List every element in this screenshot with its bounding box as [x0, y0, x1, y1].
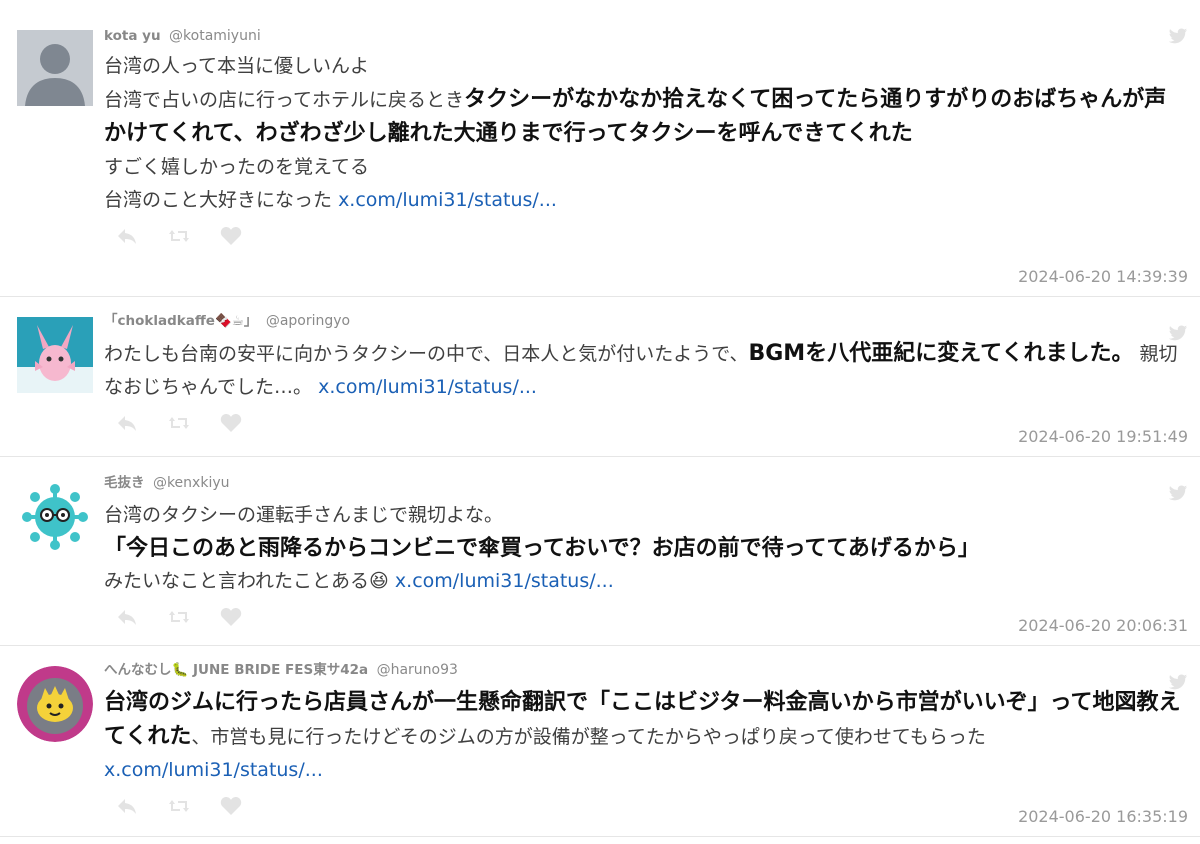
- status-link[interactable]: x.com/lumi31/status/...: [318, 376, 537, 398]
- twitter-bird-icon[interactable]: [1168, 323, 1188, 343]
- reply-icon[interactable]: [114, 606, 140, 628]
- tweet-card: へんなむし🐛 JUNE BRIDE FES東サ42a @haruno93 台湾の…: [0, 646, 1200, 837]
- author-handle[interactable]: @kenxkiyu: [153, 475, 230, 491]
- author-handle[interactable]: @haruno93: [377, 662, 458, 678]
- tweet-timestamp[interactable]: 2024-06-20 14:39:39: [1018, 267, 1188, 286]
- tweet-text: 台湾の人って本当に優しいんよ 台湾で占いの店に行ってホテルに戻るときタクシーがな…: [104, 50, 1188, 217]
- text-plain: 、市営も見に行ったけどそのジムの方が設備が整ってたからやっぱり戻って使わせてもら…: [191, 726, 986, 748]
- tweet-text: 台湾のジムに行ったら店員さんが一生懸命翻訳で「ここはビジター料金高いから市営がい…: [104, 686, 1188, 787]
- text-line: 台湾のこと大好きになった: [104, 189, 333, 211]
- tweet-card: 「chokladkaffe🍫☕」 @aporingyo わたしも台南の安平に向か…: [0, 297, 1200, 457]
- tweet-card: 毛抜き @kenxkiyu 台湾のタクシーの運転手さんまじで親切よな。 「今日こ…: [0, 457, 1200, 646]
- tweet-card: kota yu @kotamiyuni 台湾の人って本当に優しいんよ 台湾で占い…: [0, 0, 1200, 297]
- tweet-timestamp[interactable]: 2024-06-20 19:51:49: [1018, 427, 1188, 446]
- author-handle[interactable]: @kotamiyuni: [169, 28, 261, 44]
- status-link[interactable]: x.com/lumi31/status/...: [395, 570, 614, 592]
- twitter-bird-icon[interactable]: [1168, 26, 1188, 46]
- status-link[interactable]: x.com/lumi31/status/...: [338, 189, 557, 211]
- default-avatar-icon: [17, 30, 93, 106]
- tweet-text: わたしも台南の安平に向かうタクシーの中で、日本人と気が付いたようで、BGMを八代…: [104, 337, 1188, 404]
- tweet-meta: 「chokladkaffe🍫☕」 @aporingyo: [104, 311, 1188, 331]
- tweet-meta: kota yu @kotamiyuni: [104, 26, 1188, 46]
- tweet-timestamp[interactable]: 2024-06-20 16:35:19: [1018, 807, 1188, 826]
- reply-icon[interactable]: [114, 795, 140, 817]
- text-plain: 台湾で占いの店に行ってホテルに戻るとき: [104, 89, 465, 111]
- status-link[interactable]: x.com/lumi31/status/...: [104, 759, 323, 781]
- tweet-meta: へんなむし🐛 JUNE BRIDE FES東サ42a @haruno93: [104, 660, 1188, 680]
- author-name[interactable]: 毛抜き: [104, 475, 145, 491]
- tweet-actions: [114, 221, 1188, 251]
- like-heart-icon[interactable]: [218, 225, 244, 247]
- text-line: 台湾のタクシーの運転手さんまじで親切よな。: [104, 504, 504, 526]
- author-name[interactable]: kota yu: [104, 28, 161, 44]
- text-line: 台湾の人って本当に優しいんよ: [104, 55, 370, 77]
- avatar[interactable]: [17, 317, 93, 393]
- retweet-icon[interactable]: [166, 606, 192, 628]
- like-heart-icon[interactable]: [218, 606, 244, 628]
- avatar[interactable]: [17, 479, 93, 555]
- text-line: みたいなこと言われたことある😆: [104, 570, 389, 592]
- text-line: すごく嬉しかったのを覚えてる: [104, 156, 370, 178]
- author-name[interactable]: 「chokladkaffe🍫☕」: [104, 313, 257, 329]
- reply-icon[interactable]: [114, 412, 140, 434]
- pink-creature-avatar-icon: [17, 317, 93, 393]
- avatar[interactable]: [17, 666, 93, 742]
- like-heart-icon[interactable]: [218, 412, 244, 434]
- twitter-bird-icon[interactable]: [1168, 483, 1188, 503]
- author-name[interactable]: へんなむし🐛 JUNE BRIDE FES東サ42a: [104, 662, 368, 678]
- avatar[interactable]: [17, 30, 93, 106]
- retweet-icon[interactable]: [166, 412, 192, 434]
- text-emphasis: BGMを八代亜紀に変えてくれました。: [748, 341, 1134, 366]
- tweet-meta: 毛抜き @kenxkiyu: [104, 473, 1188, 493]
- character-circle-avatar-icon: [17, 666, 93, 742]
- text-plain: わたしも台南の安平に向かうタクシーの中で、日本人と気が付いたようで、: [104, 343, 749, 365]
- retweet-icon[interactable]: [166, 225, 192, 247]
- retweet-icon[interactable]: [166, 795, 192, 817]
- twitter-bird-icon[interactable]: [1168, 672, 1188, 692]
- like-heart-icon[interactable]: [218, 795, 244, 817]
- virus-character-avatar-icon: [17, 479, 93, 555]
- tweet-text: 台湾のタクシーの運転手さんまじで親切よな。 「今日このあと雨降るからコンビニで傘…: [104, 499, 1188, 598]
- author-handle[interactable]: @aporingyo: [266, 313, 350, 329]
- reply-icon[interactable]: [114, 225, 140, 247]
- tweet-feed: kota yu @kotamiyuni 台湾の人って本当に優しいんよ 台湾で占い…: [0, 0, 1200, 837]
- text-emphasis: 「今日このあと雨降るからコンビニで傘買っておいで？お店の前で待っててあげるから」: [104, 536, 980, 561]
- tweet-timestamp[interactable]: 2024-06-20 20:06:31: [1018, 616, 1188, 635]
